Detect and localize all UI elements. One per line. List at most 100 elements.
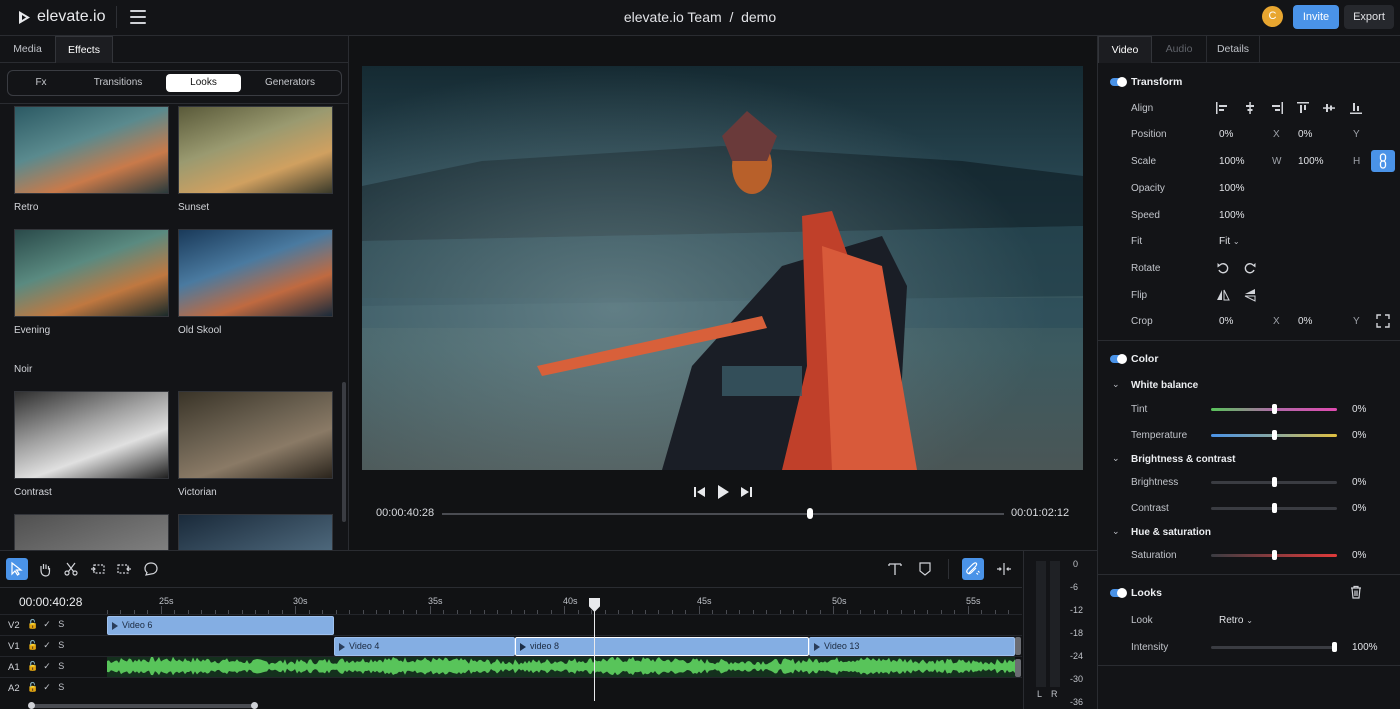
- check-icon[interactable]: ✓: [43, 640, 51, 650]
- marker-tool[interactable]: [914, 558, 936, 580]
- solo-button[interactable]: S: [58, 661, 64, 671]
- subtab-transitions[interactable]: Transitions: [80, 74, 156, 92]
- snap-tool[interactable]: [962, 558, 984, 580]
- lock-icon[interactable]: 🔓: [27, 640, 38, 650]
- align-bottom-icon[interactable]: [1349, 101, 1363, 115]
- align-right-icon[interactable]: [1270, 101, 1284, 115]
- align-middle-icon[interactable]: [1322, 101, 1336, 115]
- solo-button[interactable]: S: [58, 619, 64, 629]
- rotate-right-icon[interactable]: [1243, 261, 1257, 275]
- subtab-generators[interactable]: Generators: [251, 74, 329, 92]
- speed-value[interactable]: 100%: [1219, 210, 1245, 221]
- clip-video-4[interactable]: Video 4: [334, 637, 515, 656]
- split-tool[interactable]: [993, 558, 1015, 580]
- audio-clip[interactable]: [107, 657, 1015, 677]
- lock-icon[interactable]: 🔓: [27, 682, 38, 692]
- lock-ratio-button[interactable]: [1371, 150, 1395, 172]
- comment-tool[interactable]: [140, 558, 162, 580]
- solo-button[interactable]: S: [58, 640, 64, 650]
- look-thumb[interactable]: [178, 514, 333, 550]
- skip-forward-icon[interactable]: [738, 484, 754, 500]
- skip-back-icon[interactable]: [692, 484, 708, 500]
- solo-button[interactable]: S: [58, 682, 64, 692]
- clip-video-6[interactable]: Video 6: [107, 616, 334, 635]
- flip-horizontal-icon[interactable]: [1216, 288, 1230, 302]
- check-icon[interactable]: ✓: [43, 682, 51, 692]
- hand-tool[interactable]: [34, 558, 56, 580]
- fit-select[interactable]: Fit ⌄: [1219, 236, 1240, 247]
- export-button[interactable]: Export: [1344, 5, 1394, 29]
- subtab-looks[interactable]: Looks: [166, 74, 241, 92]
- text-tool[interactable]: [884, 558, 906, 580]
- tint-handle[interactable]: [1272, 404, 1277, 414]
- crop-x-value[interactable]: 0%: [1219, 316, 1233, 327]
- panel-scrollbar[interactable]: [342, 382, 346, 522]
- look-thumb-contrast[interactable]: [14, 391, 169, 479]
- time-ruler[interactable]: 25s 30s 35s 40s 45s 50s 55s: [107, 588, 1015, 614]
- tab-details[interactable]: Details: [1206, 36, 1260, 63]
- hue-saturation-heading[interactable]: Hue & saturation: [1131, 527, 1211, 538]
- subtab-fx[interactable]: Fx: [12, 74, 70, 92]
- align-center-h-icon[interactable]: [1243, 101, 1257, 115]
- intensity-slider[interactable]: [1211, 646, 1337, 649]
- opacity-value[interactable]: 100%: [1219, 183, 1245, 194]
- look-select[interactable]: Retro ⌄: [1219, 615, 1253, 626]
- track-scrollbar[interactable]: [1015, 637, 1021, 655]
- select-tool[interactable]: [6, 558, 28, 580]
- position-x-value[interactable]: 0%: [1219, 129, 1233, 140]
- intensity-handle[interactable]: [1332, 642, 1337, 652]
- video-preview[interactable]: [362, 66, 1083, 470]
- audio-meter: L R 0 -6 -12 -18 -24 -30 -36: [1023, 551, 1097, 709]
- looks-toggle[interactable]: [1110, 588, 1127, 598]
- clip-video-8[interactable]: video 8: [515, 637, 809, 656]
- lock-icon[interactable]: 🔓: [27, 661, 38, 671]
- look-thumb-sunset[interactable]: [178, 106, 333, 194]
- crop-fullscreen-icon[interactable]: [1376, 314, 1390, 328]
- check-icon[interactable]: ✓: [43, 619, 51, 629]
- rotate-left-icon[interactable]: [1216, 261, 1230, 275]
- scale-w-value[interactable]: 100%: [1219, 156, 1245, 167]
- trim-left-tool[interactable]: [87, 558, 109, 580]
- scale-h-value[interactable]: 100%: [1298, 156, 1324, 167]
- tab-audio[interactable]: Audio: [1152, 36, 1206, 63]
- flip-vertical-icon[interactable]: [1243, 288, 1257, 302]
- color-toggle[interactable]: [1110, 354, 1127, 364]
- white-balance-heading[interactable]: White balance: [1131, 380, 1198, 391]
- tab-video[interactable]: Video: [1098, 36, 1152, 63]
- trash-icon[interactable]: [1349, 585, 1363, 599]
- align-left-icon[interactable]: [1215, 101, 1229, 115]
- play-icon[interactable]: [715, 484, 731, 500]
- cut-tool[interactable]: [60, 558, 82, 580]
- transform-toggle[interactable]: [1110, 77, 1127, 87]
- video-frame: [362, 66, 1083, 470]
- contrast-handle[interactable]: [1272, 503, 1277, 513]
- tab-effects[interactable]: Effects: [55, 36, 113, 63]
- saturation-handle[interactable]: [1272, 550, 1277, 560]
- chevron-down-icon[interactable]: ⌄: [1112, 379, 1120, 390]
- align-top-icon[interactable]: [1296, 101, 1310, 115]
- brightness-contrast-heading[interactable]: Brightness & contrast: [1131, 454, 1235, 465]
- crop-y-value[interactable]: 0%: [1298, 316, 1312, 327]
- chevron-down-icon[interactable]: ⌄: [1112, 526, 1120, 537]
- look-thumb-victorian[interactable]: [178, 391, 333, 479]
- invite-button[interactable]: Invite: [1293, 5, 1339, 29]
- brightness-handle[interactable]: [1272, 477, 1277, 487]
- temperature-handle[interactable]: [1272, 430, 1277, 440]
- look-thumb-retro[interactable]: [14, 106, 169, 194]
- clip-video-13[interactable]: Video 13: [809, 637, 1015, 656]
- tab-media[interactable]: Media: [0, 36, 55, 63]
- look-thumb-evening[interactable]: [14, 229, 169, 317]
- scrub-handle[interactable]: [807, 508, 813, 519]
- check-icon[interactable]: ✓: [43, 661, 51, 671]
- timeline-scrollbar[interactable]: [28, 702, 258, 709]
- trim-right-tool[interactable]: [113, 558, 135, 580]
- look-thumb-old-skool[interactable]: [178, 229, 333, 317]
- scrub-bar[interactable]: [442, 513, 1004, 515]
- lock-icon[interactable]: 🔓: [27, 619, 38, 629]
- playhead[interactable]: [594, 598, 595, 701]
- look-thumb[interactable]: [14, 514, 169, 550]
- track-scrollbar[interactable]: [1015, 659, 1021, 677]
- chevron-down-icon[interactable]: ⌄: [1112, 453, 1120, 464]
- avatar[interactable]: C: [1262, 6, 1283, 27]
- position-y-value[interactable]: 0%: [1298, 129, 1312, 140]
